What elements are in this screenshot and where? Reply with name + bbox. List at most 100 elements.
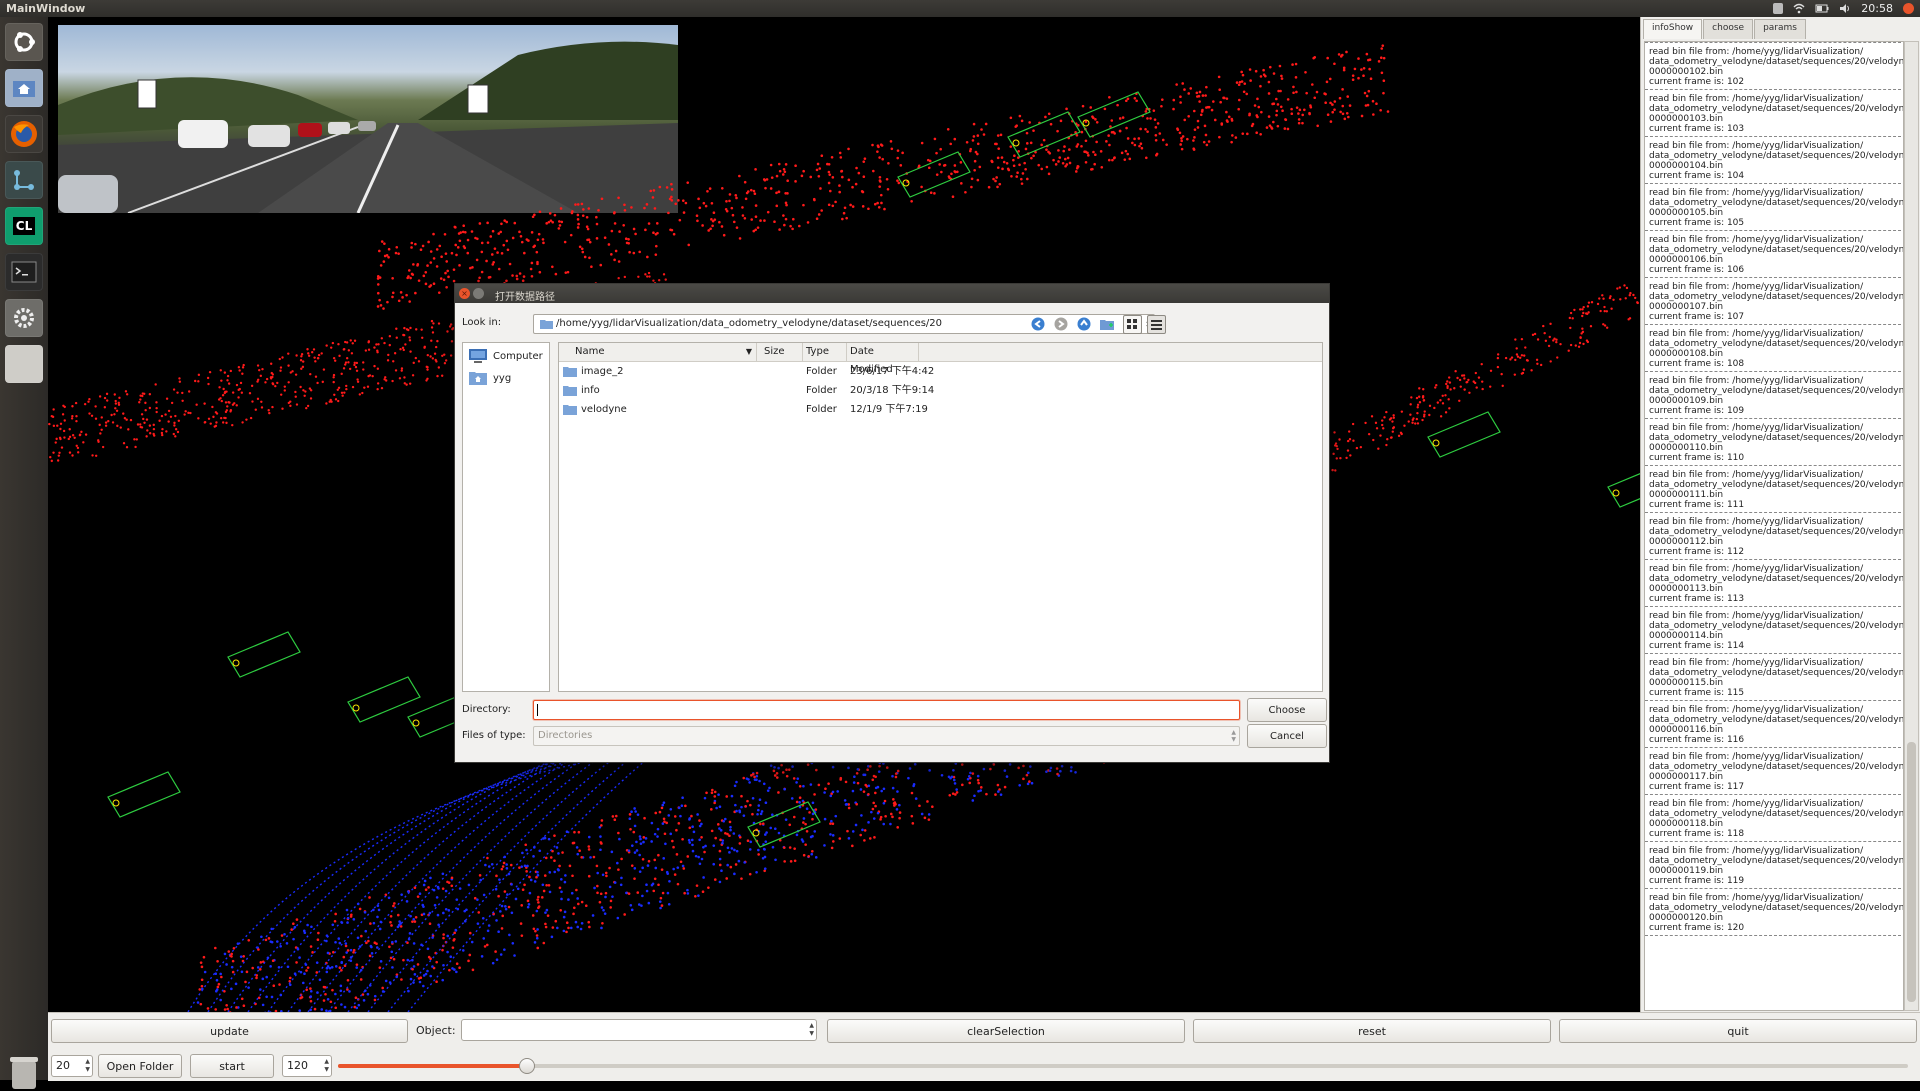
log-line: current frame is: 109 bbox=[1649, 406, 1900, 416]
spin-arrows-icon[interactable]: ▲▼ bbox=[85, 1058, 90, 1074]
trash-icon[interactable] bbox=[6, 1053, 42, 1091]
start-button[interactable]: start bbox=[190, 1054, 274, 1078]
log-line: 0000000104.bin bbox=[1649, 161, 1900, 171]
log-entry: read bin file from: /home/yyg/lidarVisua… bbox=[1645, 421, 1903, 465]
blank-app-icon[interactable] bbox=[5, 345, 43, 383]
file-name: velodyne bbox=[581, 401, 627, 419]
dialog-titlebar[interactable]: × 打开数据路径 bbox=[455, 284, 1329, 303]
open-folder-button[interactable]: Open Folder bbox=[98, 1054, 182, 1078]
log-separator bbox=[1645, 465, 1901, 466]
log-separator bbox=[1645, 230, 1901, 231]
folder-icon bbox=[563, 385, 577, 396]
settings-icon[interactable] bbox=[5, 299, 43, 337]
files-of-type-label: Files of type: bbox=[462, 730, 526, 741]
sort-down-icon: ▼ bbox=[746, 343, 752, 361]
file-row[interactable]: velodyne Folder 12/1/9 下午7:19 bbox=[559, 401, 1322, 419]
update-button[interactable]: update bbox=[51, 1019, 408, 1043]
firefox-icon[interactable] bbox=[5, 115, 43, 153]
right-panel: infoShow choose params read bin file fro… bbox=[1640, 17, 1920, 1012]
panel-tabs: infoShow choose params bbox=[1643, 19, 1807, 39]
look-in-label: Look in: bbox=[462, 317, 501, 328]
column-date-modified[interactable]: Date Modified bbox=[846, 343, 919, 361]
log-entry: read bin file from: /home/yyg/lidarVisua… bbox=[1645, 797, 1903, 841]
log-line: data_odometry_velodyne/dataset/sequences… bbox=[1649, 856, 1900, 866]
battery-icon[interactable] bbox=[1815, 3, 1829, 14]
keyboard-icon[interactable] bbox=[1773, 3, 1783, 14]
log-line: current frame is: 113 bbox=[1649, 594, 1900, 604]
log-line: data_odometry_velodyne/dataset/sequences… bbox=[1649, 574, 1900, 584]
reset-button[interactable]: reset bbox=[1193, 1019, 1551, 1043]
log-line: read bin file from: /home/yyg/lidarVisua… bbox=[1649, 282, 1900, 292]
log-entry: read bin file from: /home/yyg/lidarVisua… bbox=[1645, 186, 1903, 230]
log-separator bbox=[1645, 324, 1901, 325]
back-button[interactable] bbox=[1029, 315, 1047, 333]
log-line: data_odometry_velodyne/dataset/sequences… bbox=[1649, 104, 1900, 114]
file-row[interactable]: info Folder 20/3/18 下午9:14 bbox=[559, 382, 1322, 400]
column-name[interactable]: Name ▼ bbox=[559, 343, 757, 361]
file-type: Folder bbox=[806, 382, 837, 400]
icon-view-button[interactable] bbox=[1123, 315, 1142, 334]
spin-arrows-icon[interactable]: ▲▼ bbox=[324, 1058, 329, 1074]
files-icon[interactable] bbox=[5, 69, 43, 107]
parent-dir-button[interactable] bbox=[1075, 315, 1093, 333]
dialog-minimize-icon[interactable] bbox=[473, 288, 484, 299]
log-line: data_odometry_velodyne/dataset/sequences… bbox=[1649, 245, 1900, 255]
files-of-type-combo[interactable]: Directories ▲▼ bbox=[533, 726, 1240, 746]
session-menu-icon[interactable] bbox=[1903, 3, 1914, 14]
frame-slider[interactable] bbox=[338, 1064, 1908, 1068]
files-of-type-value: Directories bbox=[538, 727, 592, 745]
new-folder-button[interactable] bbox=[1098, 315, 1116, 333]
log-line: data_odometry_velodyne/dataset/sequences… bbox=[1649, 480, 1900, 490]
network-tool-icon[interactable] bbox=[5, 161, 43, 199]
log-line: 0000000107.bin bbox=[1649, 302, 1900, 312]
file-list[interactable]: Name ▼ Size Type Date Modified image_2 F… bbox=[558, 342, 1323, 692]
log-separator bbox=[1645, 841, 1901, 842]
frame-count-spinbox[interactable]: 120 ▲▼ bbox=[282, 1055, 332, 1077]
detail-view-button[interactable] bbox=[1147, 315, 1166, 334]
info-log[interactable]: read bin file from: /home/yyg/lidarVisua… bbox=[1644, 41, 1904, 1011]
quit-button[interactable]: quit bbox=[1559, 1019, 1917, 1043]
folder-icon bbox=[563, 366, 577, 377]
column-type[interactable]: Type bbox=[802, 343, 847, 361]
frame-step-value: 20 bbox=[56, 1059, 70, 1072]
log-line: read bin file from: /home/yyg/lidarVisua… bbox=[1649, 799, 1900, 809]
object-combo[interactable]: ▲▼ bbox=[461, 1019, 817, 1041]
place-home-label: yyg bbox=[493, 373, 511, 384]
ubuntu-dash-icon[interactable] bbox=[5, 23, 43, 61]
log-entry: read bin file from: /home/yyg/lidarVisua… bbox=[1645, 891, 1903, 935]
directory-label: Directory: bbox=[462, 704, 511, 715]
file-type: Folder bbox=[806, 401, 837, 419]
file-row[interactable]: image_2 Folder 23/6/17 下午4:42 bbox=[559, 363, 1322, 381]
log-scrollbar-thumb[interactable] bbox=[1907, 742, 1916, 1002]
file-name: image_2 bbox=[581, 363, 624, 381]
clock[interactable]: 20:58 bbox=[1861, 2, 1893, 15]
terminal-icon[interactable] bbox=[5, 253, 43, 291]
log-line: read bin file from: /home/yyg/lidarVisua… bbox=[1649, 658, 1900, 668]
frame-step-spinbox[interactable]: 20 ▲▼ bbox=[51, 1055, 93, 1077]
column-size[interactable]: Size bbox=[760, 343, 803, 361]
clion-icon[interactable]: CL bbox=[5, 207, 43, 245]
place-home[interactable]: yyg bbox=[469, 369, 511, 387]
object-label: Object: bbox=[416, 1024, 456, 1037]
log-scrollbar[interactable] bbox=[1904, 41, 1919, 1011]
window-title: MainWindow bbox=[6, 2, 85, 15]
log-line: 0000000111.bin bbox=[1649, 490, 1900, 500]
log-line: data_odometry_velodyne/dataset/sequences… bbox=[1649, 292, 1900, 302]
tab-params[interactable]: params bbox=[1754, 19, 1806, 39]
cancel-button[interactable]: Cancel bbox=[1247, 724, 1327, 748]
directory-input[interactable] bbox=[533, 700, 1240, 720]
log-entry: read bin file from: /home/yyg/lidarVisua… bbox=[1645, 562, 1903, 606]
log-line: current frame is: 116 bbox=[1649, 735, 1900, 745]
frame-slider-handle[interactable] bbox=[519, 1058, 535, 1074]
dialog-close-icon[interactable]: × bbox=[459, 288, 470, 299]
wifi-icon[interactable] bbox=[1793, 3, 1805, 14]
log-line: read bin file from: /home/yyg/lidarVisua… bbox=[1649, 705, 1900, 715]
choose-button[interactable]: Choose bbox=[1247, 698, 1327, 722]
forward-button[interactable] bbox=[1052, 315, 1070, 333]
log-line: current frame is: 118 bbox=[1649, 829, 1900, 839]
tab-choose[interactable]: choose bbox=[1703, 19, 1753, 39]
volume-icon[interactable] bbox=[1839, 3, 1851, 14]
tab-infoshow[interactable]: infoShow bbox=[1643, 19, 1702, 39]
place-computer[interactable]: Computer bbox=[469, 347, 543, 365]
clear-selection-button[interactable]: clearSelection bbox=[827, 1019, 1185, 1043]
